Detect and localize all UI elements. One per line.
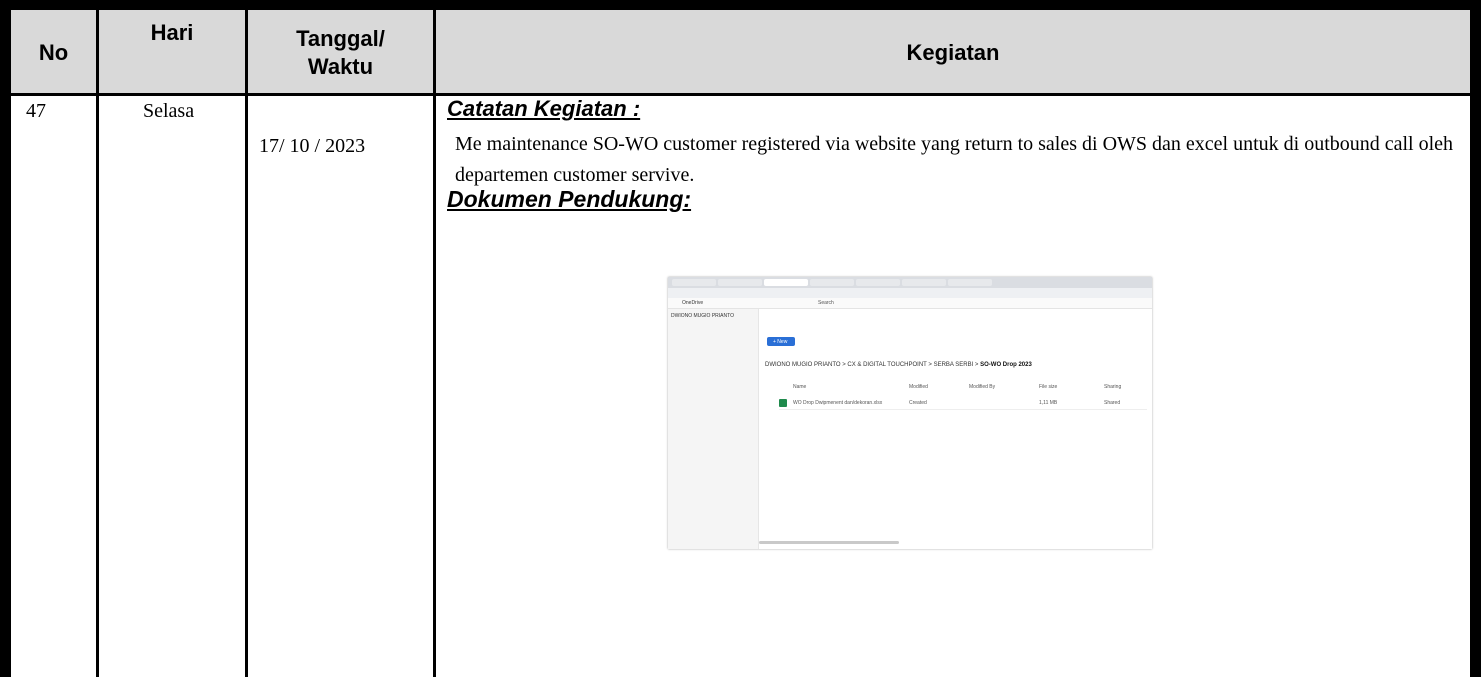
onedrive-file-area: + New DWIONO MUGIO PRIANTO > CX & DIGITA…	[759, 309, 1152, 549]
browser-tab	[810, 279, 854, 286]
excel-file-icon	[779, 399, 787, 407]
catatan-kegiatan-heading: Catatan Kegiatan :	[447, 96, 641, 121]
header-tanggal-line1: Tanggal/	[296, 25, 385, 51]
file-modified: Created	[909, 400, 927, 406]
browser-tab-strip	[668, 277, 1152, 288]
onedrive-app-bar: OneDrive Search	[668, 298, 1152, 309]
row-no: 47	[26, 100, 46, 122]
header-kegiatan: Kegiatan	[436, 10, 1470, 95]
column-modified: Modified	[909, 384, 928, 390]
browser-tab	[672, 279, 716, 286]
breadcrumb: DWIONO MUGIO PRIANTO > CX & DIGITAL TOUC…	[765, 362, 1032, 368]
header-tanggal-line2: Waktu	[307, 53, 374, 79]
file-size: 1,11 MB	[1039, 400, 1058, 406]
row-tanggal: 17/ 10 / 2023	[259, 135, 366, 157]
dokumen-pendukung-heading: Dokumen Pendukung:	[447, 186, 692, 212]
new-button-label: + New	[773, 339, 788, 345]
supporting-screenshot: OneDrive Search DWIONO MUGIO PRIANTO + N…	[668, 277, 1152, 549]
browser-address-bar	[668, 288, 1152, 298]
file-name: WO Drop Dwipmenent dan/dekoran.xlsx	[793, 400, 883, 406]
column-file-size: File size	[1039, 384, 1058, 390]
table-right-border	[1470, 0, 1481, 677]
new-button: + New	[767, 337, 795, 346]
file-row: WO Drop Dwipmenent dan/dekoran.xlsx Crea…	[779, 398, 1147, 410]
row-hari: Selasa	[143, 100, 195, 122]
column-modified-by: Modified By	[969, 384, 996, 390]
catatan-kegiatan-text: Me maintenance SO-WO customer registered…	[455, 133, 1454, 186]
horizontal-scrollbar	[759, 541, 899, 544]
browser-tab	[856, 279, 900, 286]
header-hari: Hari	[99, 10, 245, 95]
column-divider	[433, 10, 436, 677]
column-divider	[245, 10, 248, 677]
column-sharing: Sharing	[1104, 384, 1122, 390]
header-no: No	[11, 10, 96, 95]
column-name: Name	[793, 384, 807, 390]
breadcrumb-path: DWIONO MUGIO PRIANTO > CX & DIGITAL TOUC…	[765, 362, 979, 368]
breadcrumb-current: SO-WO Drop 2023	[980, 362, 1032, 368]
sidebar-user: DWIONO MUGIO PRIANTO	[671, 313, 734, 319]
header-tanggal: Tanggal/ Waktu	[248, 10, 433, 95]
onedrive-sidebar: DWIONO MUGIO PRIANTO	[668, 309, 759, 549]
file-sharing: Shared	[1104, 400, 1121, 406]
table-left-border	[0, 0, 11, 677]
document-page: No Hari Tanggal/ Waktu Kegiatan 47 Selas…	[0, 0, 1481, 677]
search-box: Search	[818, 300, 834, 306]
app-name: OneDrive	[682, 300, 704, 306]
column-divider	[96, 10, 99, 677]
table-top-border	[0, 0, 1481, 10]
browser-tab	[902, 279, 946, 286]
header-bottom-border	[0, 93, 1481, 96]
browser-tab	[948, 279, 992, 286]
browser-tab	[764, 279, 808, 286]
browser-tab	[718, 279, 762, 286]
